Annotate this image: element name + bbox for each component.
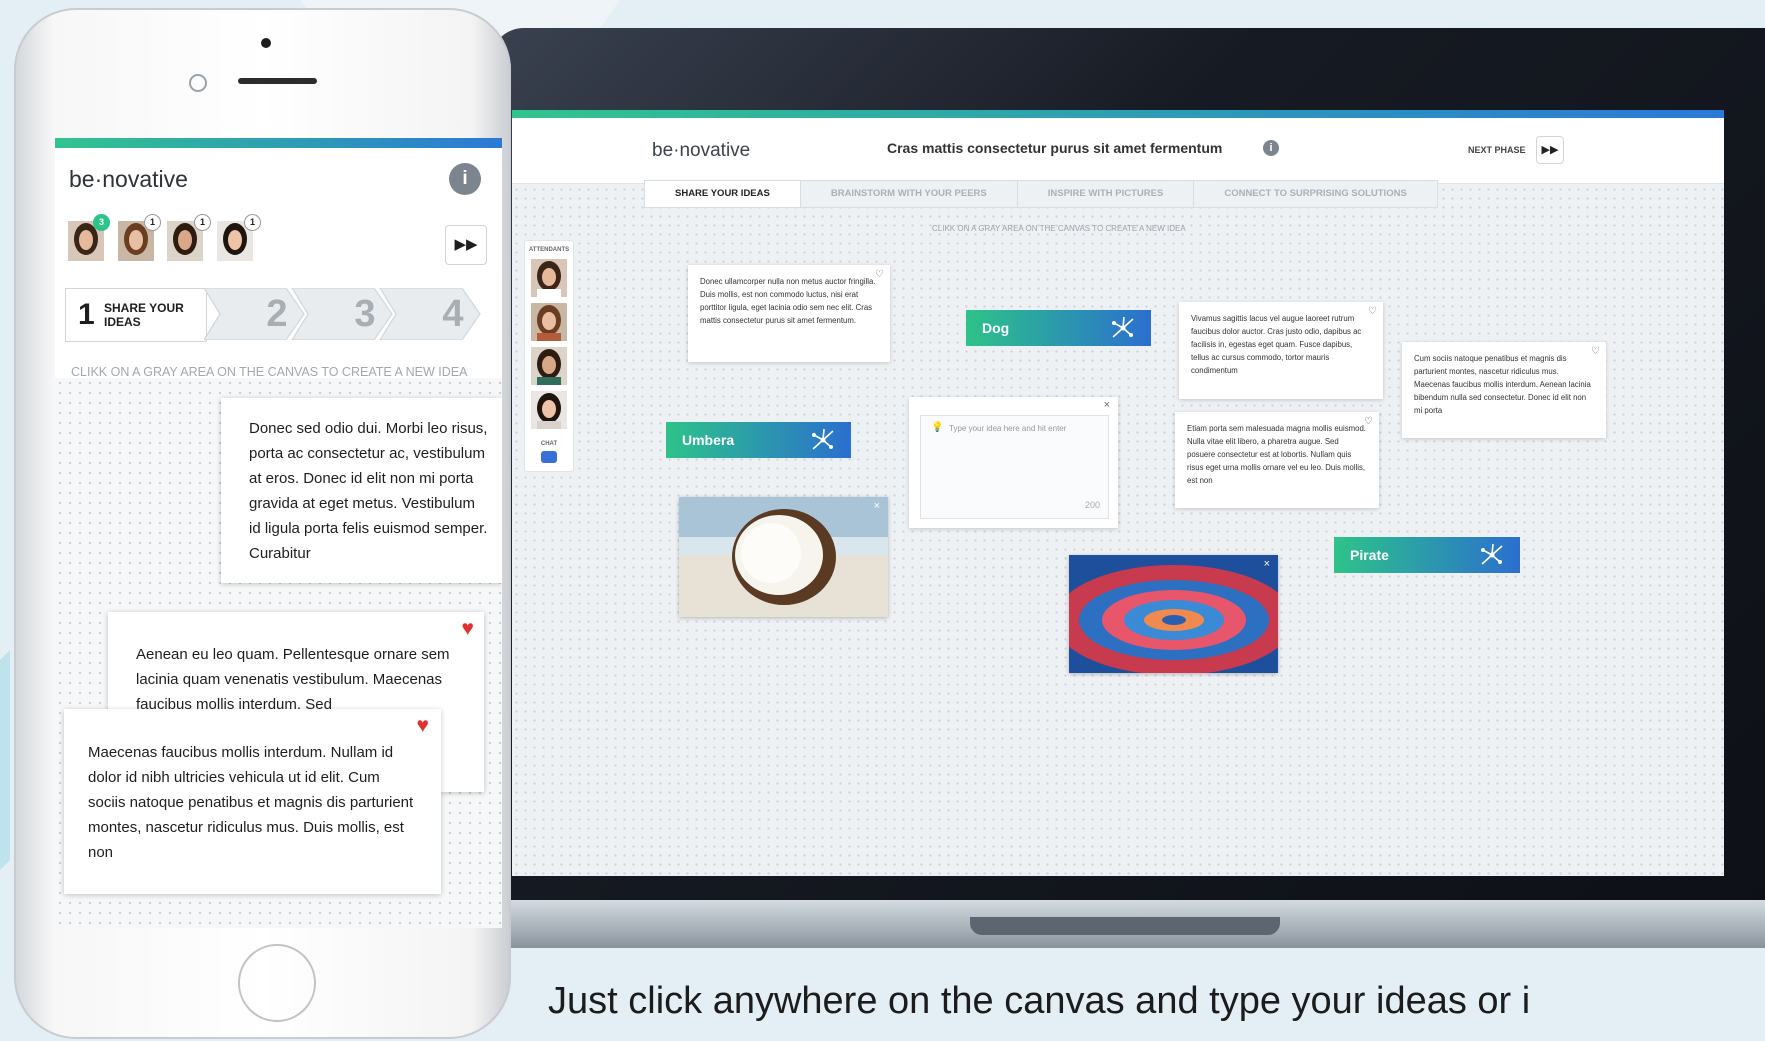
info-icon[interactable]: i bbox=[449, 163, 481, 195]
progress-gradient-bar bbox=[512, 110, 1724, 118]
new-idea-placeholder: Type your idea here and hit enter bbox=[949, 424, 1067, 433]
lightbulb-icon: 💡 bbox=[931, 422, 944, 433]
step-number: 1 bbox=[78, 298, 95, 331]
step-label: SHARE YOUR IDEAS bbox=[104, 301, 184, 329]
notification-badge: 1 bbox=[244, 214, 261, 231]
idea-text: Maecenas faucibus mollis interdum. Nulla… bbox=[88, 744, 414, 861]
idea-text: Donec ullamcorper nulla non metus auctor… bbox=[700, 277, 876, 325]
phone-home-button[interactable] bbox=[238, 944, 316, 1022]
new-idea-input[interactable]: 💡 Type your idea here and hit enter 200 bbox=[920, 415, 1109, 519]
close-icon[interactable]: × bbox=[1104, 399, 1110, 412]
session-title: Cras mattis consectetur purus sit amet f… bbox=[887, 140, 1223, 156]
new-idea-box[interactable]: × 💡 Type your idea here and hit enter 20… bbox=[909, 397, 1118, 528]
desktop-header: be·novative Cras mattis consectetur puru… bbox=[512, 118, 1724, 184]
progress-gradient-bar bbox=[55, 138, 502, 148]
char-counter: 200 bbox=[1084, 500, 1100, 510]
idea-card[interactable]: ♥ Maecenas faucibus mollis interdum. Nul… bbox=[64, 709, 441, 894]
phase-steps: 1 SHARE YOUR IDEAS 2 3 4 bbox=[65, 288, 495, 342]
network-icon[interactable] bbox=[1478, 542, 1506, 568]
tag-label: Dog bbox=[982, 320, 1010, 336]
canvas-hint: CLIKK ON A GRAY AREA ON THE CANVAS TO CR… bbox=[932, 224, 1186, 233]
idea-card[interactable]: ♡ Vivamus sagittis lacus vel augue laore… bbox=[1179, 302, 1383, 399]
phone-frame: be·novative i 3 1 1 1 ▶▶ 1 SHARE YOUR ID… bbox=[14, 8, 511, 1039]
coconut-image bbox=[679, 497, 888, 617]
avatar[interactable] bbox=[531, 347, 567, 385]
chat-label: CHAT bbox=[540, 441, 558, 447]
info-icon[interactable]: i bbox=[1263, 140, 1279, 156]
notification-badge: 3 bbox=[93, 214, 110, 231]
avatar[interactable] bbox=[531, 259, 567, 297]
phone-camera bbox=[261, 38, 271, 48]
image-card-water[interactable]: × bbox=[1069, 555, 1278, 673]
tag-chip[interactable]: Dog bbox=[966, 310, 1151, 346]
step-3[interactable]: 3 bbox=[326, 288, 404, 340]
app-logo[interactable]: be·novative bbox=[652, 140, 750, 162]
phase-tabs: SHARE YOUR IDEAS BRAINSTORM WITH YOUR PE… bbox=[644, 180, 1438, 208]
heart-outline-icon[interactable]: ♡ bbox=[875, 268, 884, 281]
idea-text: Etiam porta sem malesuada magna mollis e… bbox=[1187, 424, 1366, 485]
close-icon[interactable]: × bbox=[1264, 558, 1270, 570]
avatar[interactable] bbox=[531, 391, 567, 429]
idea-text: Cum sociis natoque penatibus et magnis d… bbox=[1414, 354, 1591, 415]
idea-text: Aenean eu leo quam. Pellentesque ornare … bbox=[136, 646, 450, 713]
phone-speaker bbox=[238, 78, 317, 84]
step-2[interactable]: 2 bbox=[238, 288, 316, 340]
idea-card[interactable]: ♡ Etiam porta sem malesuada magna mollis… bbox=[1175, 412, 1379, 508]
tag-chip[interactable]: Pirate bbox=[1334, 537, 1520, 573]
fast-forward-icon: ▶▶ bbox=[454, 236, 478, 253]
heart-outline-icon[interactable]: ♡ bbox=[1591, 345, 1600, 358]
idea-text: Donec sed odio dui. Morbi leo risus, por… bbox=[249, 420, 488, 562]
idea-card[interactable]: ♡ Donec ullamcorper nulla non metus auct… bbox=[688, 265, 890, 362]
heart-outline-icon[interactable]: ♡ bbox=[1364, 415, 1373, 428]
next-phase-button[interactable]: ▶▶ bbox=[1536, 136, 1564, 164]
water-ripple-image bbox=[1069, 555, 1278, 673]
close-icon[interactable]: × bbox=[874, 500, 880, 512]
canvas-hint: CLIKK ON A GRAY AREA ON THE CANVAS TO CR… bbox=[71, 365, 468, 379]
attendants-panel: ATTENDANTS CHAT bbox=[524, 240, 574, 472]
tab-share-ideas[interactable]: SHARE YOUR IDEAS bbox=[644, 180, 801, 208]
tag-label: Pirate bbox=[1350, 547, 1389, 563]
tab-connect[interactable]: CONNECT TO SURPRISING SOLUTIONS bbox=[1193, 180, 1438, 208]
idea-card[interactable]: ♡ Cum sociis natoque penatibus et magnis… bbox=[1402, 342, 1606, 438]
tag-chip[interactable]: Umbera bbox=[666, 422, 851, 458]
step-4[interactable]: 4 bbox=[414, 288, 492, 340]
network-icon[interactable] bbox=[809, 427, 837, 453]
heart-icon[interactable]: ♥ bbox=[417, 713, 429, 738]
tab-inspire[interactable]: INSPIRE WITH PICTURES bbox=[1016, 180, 1195, 208]
idea-card[interactable]: Donec sed odio dui. Morbi leo risus, por… bbox=[221, 398, 502, 583]
attendants-label: ATTENDANTS bbox=[528, 247, 570, 253]
next-phase-button[interactable]: ▶▶ bbox=[445, 225, 487, 265]
step-share-ideas[interactable]: 1 SHARE YOUR IDEAS bbox=[65, 288, 207, 342]
caption-text: Just click anywhere on the canvas and ty… bbox=[548, 980, 1531, 1022]
notification-badge: 1 bbox=[194, 214, 211, 231]
image-card-coconut[interactable]: × bbox=[679, 497, 888, 617]
mobile-app: be·novative i 3 1 1 1 ▶▶ 1 SHARE YOUR ID… bbox=[55, 138, 502, 928]
app-logo[interactable]: be·novative bbox=[69, 166, 188, 193]
idea-text: Vivamus sagittis lacus vel augue laoreet… bbox=[1191, 314, 1362, 375]
heart-outline-icon[interactable]: ♡ bbox=[1368, 305, 1377, 318]
avatar[interactable] bbox=[531, 303, 567, 341]
desktop-app: be·novative Cras mattis consectetur puru… bbox=[512, 110, 1724, 876]
notification-badge: 1 bbox=[144, 214, 161, 231]
chat-icon[interactable] bbox=[541, 451, 557, 463]
phone-sensor bbox=[189, 74, 207, 92]
tab-brainstorm[interactable]: BRAINSTORM WITH YOUR PEERS bbox=[799, 180, 1018, 208]
tag-label: Umbera bbox=[682, 432, 735, 448]
network-icon[interactable] bbox=[1109, 315, 1137, 341]
next-phase-label: NEXT PHASE bbox=[1468, 145, 1526, 155]
laptop-notch bbox=[970, 917, 1280, 935]
heart-icon[interactable]: ♥ bbox=[462, 616, 474, 641]
fast-forward-icon: ▶▶ bbox=[1541, 144, 1559, 156]
